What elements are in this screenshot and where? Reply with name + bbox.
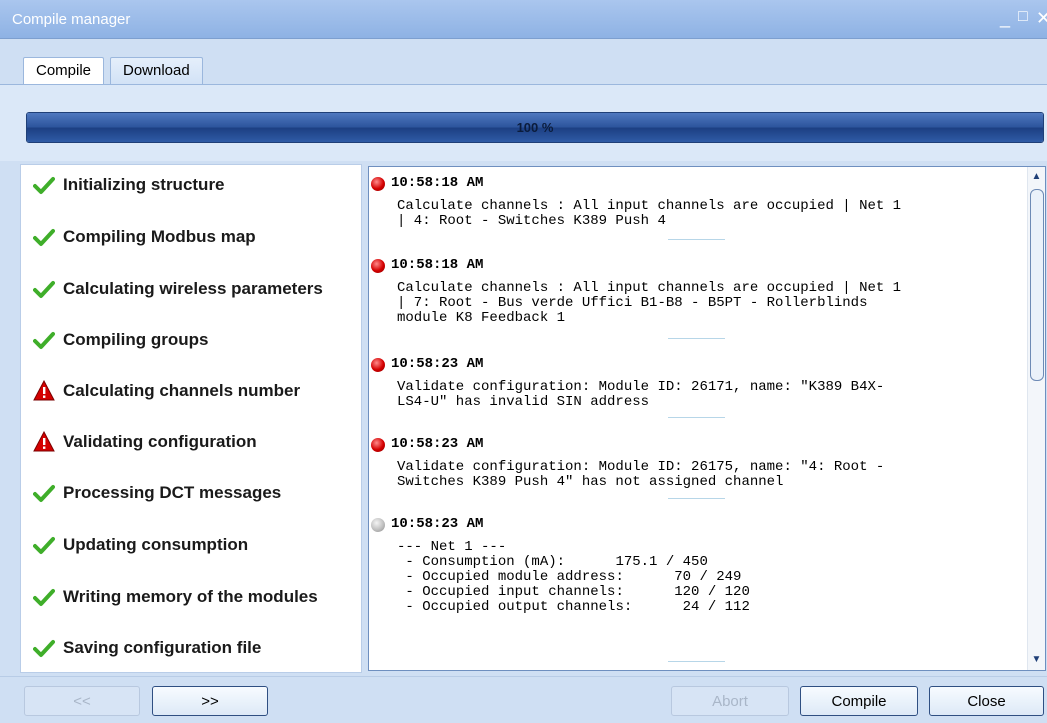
scroll-thumb[interactable] xyxy=(1030,189,1044,381)
log-entry-header: 10:58:23 AM xyxy=(369,354,1024,372)
log-entry: 10:58:18 AM Calculate channels : All inpu… xyxy=(369,255,1024,326)
log-entry-header: 10:58:18 AM xyxy=(369,255,1024,273)
log-timestamp: 10:58:23 AM xyxy=(391,356,484,372)
info-dot-icon xyxy=(371,518,385,532)
progress-label: 100 % xyxy=(516,120,554,135)
close-icon[interactable]: ✕ xyxy=(1036,8,1047,29)
check-icon xyxy=(33,329,55,351)
maximize-icon[interactable]: □ xyxy=(1018,8,1028,26)
check-icon xyxy=(33,482,55,504)
step-item: Updating consumption xyxy=(33,530,248,560)
scroll-up-icon[interactable]: ▲ xyxy=(1028,169,1045,185)
error-dot-icon xyxy=(371,358,385,372)
error-dot-icon xyxy=(371,177,385,191)
warning-triangle-icon xyxy=(33,379,55,402)
log-message: Validate configuration: Module ID: 26171… xyxy=(397,379,885,410)
step-label: Initializing structure xyxy=(63,175,225,194)
tab-strip: Compile Download xyxy=(0,39,1047,85)
compile-content: Initializing structure Compiling Modbus m… xyxy=(0,161,1047,676)
step-label: Compiling Modbus map xyxy=(63,227,256,246)
log-message: Validate configuration: Module ID: 26175… xyxy=(397,459,885,490)
step-label: Processing DCT messages xyxy=(63,483,282,502)
warning-triangle-icon xyxy=(33,430,55,453)
progress-area: 100 % xyxy=(0,85,1047,161)
step-item: Calculating wireless parameters xyxy=(33,274,323,304)
log-entry-header: 10:58:18 AM xyxy=(369,173,1024,191)
footer-bar: << >> Abort Compile Close xyxy=(0,676,1047,723)
window-title: Compile manager xyxy=(12,11,131,28)
log-entry: 10:58:18 AM Calculate channels : All inpu… xyxy=(369,173,1024,229)
error-dot-icon xyxy=(371,259,385,273)
step-item: Saving configuration file xyxy=(33,633,261,663)
next-button[interactable]: >> xyxy=(152,686,268,716)
step-label: Calculating channels number xyxy=(63,381,301,400)
tab-download[interactable]: Download xyxy=(110,57,203,84)
tab-compile[interactable]: Compile xyxy=(23,57,105,85)
log-timestamp: 10:58:23 AM xyxy=(391,516,484,532)
step-label: Writing memory of the modules xyxy=(63,587,318,606)
log-entry: 10:58:23 AM --- Net 1 --- - Consumption (… xyxy=(369,514,1024,615)
compile-manager-window: Compile manager _ □ ✕ Compile Download 1… xyxy=(0,0,1047,723)
step-item: Writing memory of the modules xyxy=(33,582,318,612)
check-icon xyxy=(33,586,55,608)
title-bar[interactable]: Compile manager _ □ ✕ xyxy=(0,0,1047,39)
prev-button[interactable]: << xyxy=(24,686,140,716)
compile-button[interactable]: Compile xyxy=(800,686,918,716)
step-item: Initializing structure xyxy=(33,170,225,200)
log-timestamp: 10:58:18 AM xyxy=(391,175,484,191)
log-message: Calculate channels : All input channels … xyxy=(397,198,902,229)
log-entry: 10:58:23 AM Validate configuration: Modul… xyxy=(369,434,1024,490)
step-label: Calculating wireless parameters xyxy=(63,279,323,298)
log-message: Calculate channels : All input channels … xyxy=(397,280,902,326)
log-scrollbar[interactable]: ▲ ▼ xyxy=(1027,167,1045,670)
log-entry: 10:58:23 AM Validate configuration: Modul… xyxy=(369,354,1024,410)
check-icon xyxy=(33,226,55,248)
log-timestamp: 10:58:18 AM xyxy=(391,257,484,273)
check-icon xyxy=(33,174,55,196)
step-item: Compiling Modbus map xyxy=(33,222,256,252)
log-separator-line xyxy=(668,417,725,418)
step-label: Updating consumption xyxy=(63,535,249,554)
log-separator-line xyxy=(668,338,725,339)
log-message: --- Net 1 --- - Consumption (mA): 175.1 … xyxy=(397,539,750,615)
abort-button[interactable]: Abort xyxy=(671,686,789,716)
log-separator-line xyxy=(668,661,725,662)
log-separator-line xyxy=(668,498,725,499)
step-label: Validating configuration xyxy=(63,432,257,451)
log-entry-header: 10:58:23 AM xyxy=(369,434,1024,452)
step-item: Validating configuration xyxy=(33,427,257,457)
error-dot-icon xyxy=(371,438,385,452)
close-button[interactable]: Close xyxy=(929,686,1044,716)
progress-bar: 100 % xyxy=(26,112,1044,143)
minimize-icon[interactable]: _ xyxy=(1000,8,1010,29)
steps-list: Initializing structure Compiling Modbus m… xyxy=(20,164,362,673)
log-panel[interactable]: 10:58:18 AM Calculate channels : All inpu… xyxy=(368,166,1046,671)
step-label: Compiling groups xyxy=(63,330,209,349)
log-entry-header: 10:58:23 AM xyxy=(369,514,1024,532)
scroll-down-icon[interactable]: ▼ xyxy=(1028,652,1045,668)
step-label: Saving configuration file xyxy=(63,638,262,657)
step-item: Calculating channels number xyxy=(33,376,300,406)
check-icon xyxy=(33,278,55,300)
step-item: Compiling groups xyxy=(33,325,208,355)
log-separator-line xyxy=(668,239,725,240)
check-icon xyxy=(33,637,55,659)
check-icon xyxy=(33,534,55,556)
log-timestamp: 10:58:23 AM xyxy=(391,436,484,452)
step-item: Processing DCT messages xyxy=(33,478,281,508)
